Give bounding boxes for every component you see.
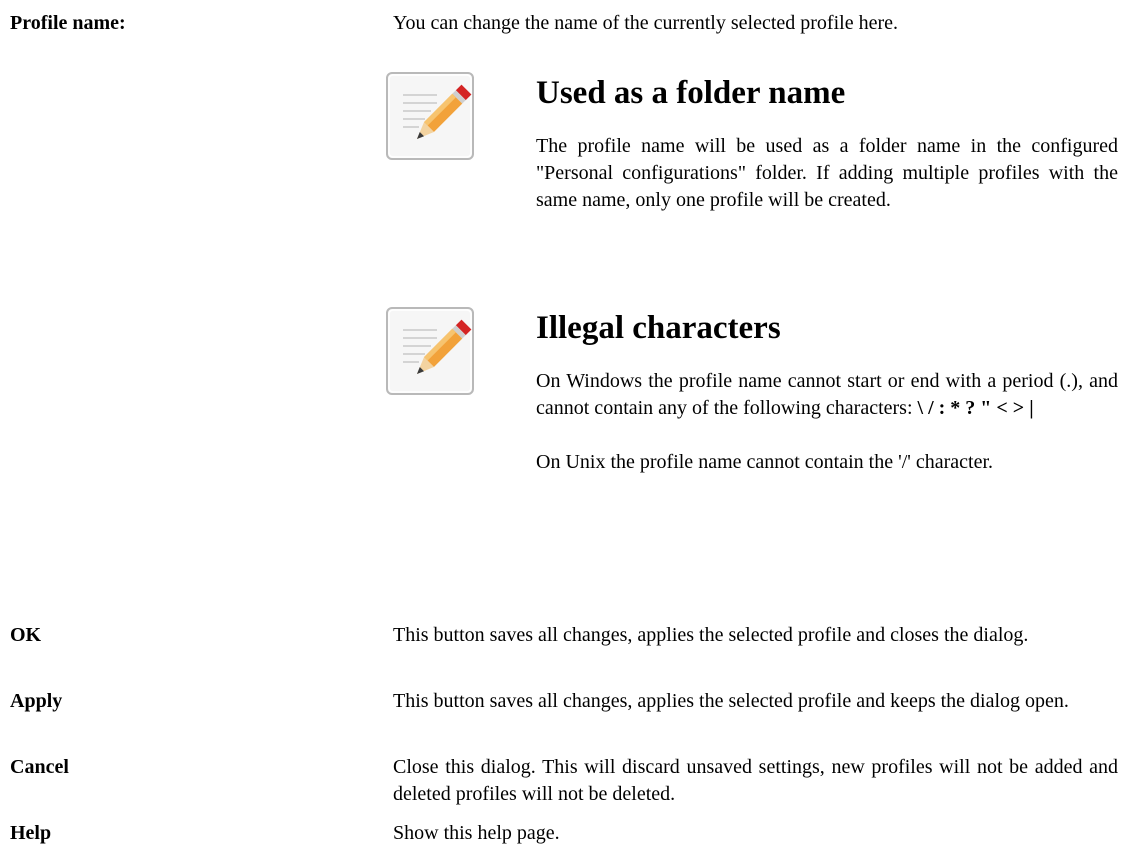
- note-pencil-icon: [385, 306, 477, 398]
- definition-text: Show this help page.: [393, 822, 560, 844]
- term-apply: Apply: [10, 690, 63, 712]
- note-text-unix: On Unix the profile name cannot contain …: [536, 451, 994, 473]
- term-cancel: Cancel: [10, 756, 69, 778]
- term-profile-name: Profile name:: [10, 12, 126, 34]
- note-text: On Windows the profile name cannot start…: [536, 368, 1118, 422]
- definition-text: Close this dialog. This will discard uns…: [393, 756, 1118, 805]
- note-title: Used as a folder name: [536, 75, 846, 111]
- term-ok: OK: [10, 624, 42, 646]
- definition-text: This button saves all changes, applies t…: [393, 624, 1029, 646]
- note-pencil-icon: [385, 71, 477, 163]
- note-title: Illegal characters: [536, 310, 781, 346]
- illegal-characters-list: \ / : * ? " < > |: [917, 397, 1034, 419]
- definition-text: You can change the name of the currently…: [393, 12, 898, 34]
- definition-ok: This button saves all changes, applies t…: [393, 622, 1118, 649]
- definition-apply: This button saves all changes, applies t…: [393, 688, 1118, 715]
- term-help: Help: [10, 822, 52, 844]
- note-text: The profile name will be used as a folde…: [536, 135, 1118, 211]
- definition-text: This button saves all changes, applies t…: [393, 690, 1069, 712]
- definition-help: Show this help page.: [393, 820, 1118, 847]
- definition-cancel: Close this dialog. This will discard uns…: [393, 754, 1118, 808]
- definition-profile-name: You can change the name of the currently…: [393, 10, 1118, 37]
